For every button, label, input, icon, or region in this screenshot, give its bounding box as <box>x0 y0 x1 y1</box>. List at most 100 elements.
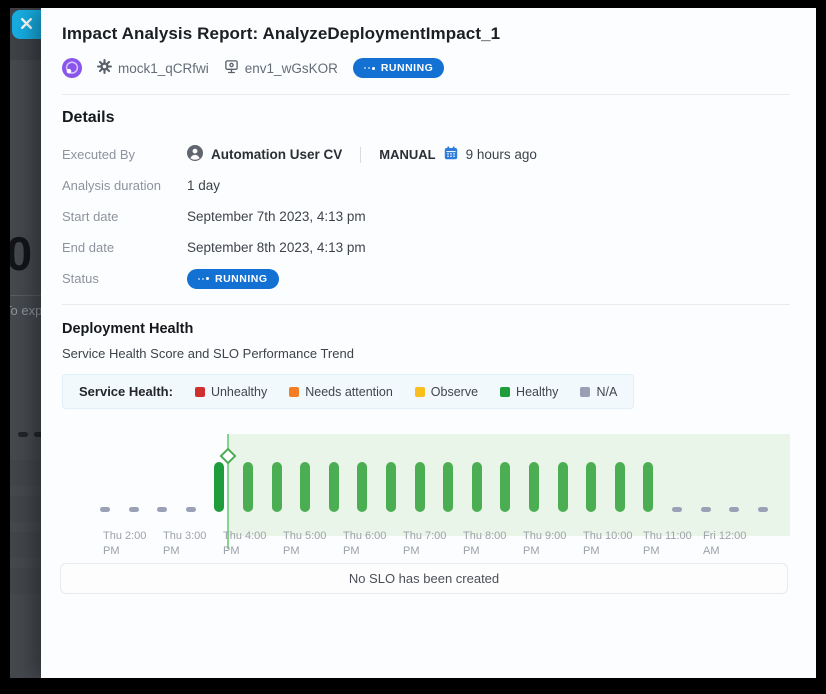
x-tick-label: Thu 5:00PM <box>283 529 326 559</box>
environment-chip: env1_wGsKOR <box>224 59 338 77</box>
x-tick-label: Thu 8:00PM <box>463 529 506 559</box>
health-bar-healthy[interactable] <box>357 462 367 512</box>
legend-label: Needs attention <box>305 385 393 399</box>
legend-swatch-icon <box>500 387 510 397</box>
start-date-value: September 7th 2023, 4:13 pm <box>187 209 366 224</box>
health-bar-na[interactable] <box>100 507 110 512</box>
user-icon <box>187 145 203 164</box>
legend-swatch-icon <box>289 387 299 397</box>
running-dots-icon <box>198 277 209 280</box>
status-badge-label: RUNNING <box>215 273 268 285</box>
status-badge-label: RUNNING <box>381 62 434 74</box>
deployment-health-heading: Deployment Health <box>62 321 790 337</box>
health-bar-healthy[interactable] <box>586 462 596 512</box>
legend-label: Observe <box>431 385 478 399</box>
app-background: 0 To expa Impact Analysis Report: Analyz… <box>10 8 816 678</box>
executed-by-user: Automation User CV <box>211 147 342 162</box>
health-bar-healthy[interactable] <box>272 462 282 512</box>
gear-icon <box>97 59 112 77</box>
service-chip: mock1_qCRfwi <box>97 59 209 77</box>
x-tick-label: Thu 10:00PM <box>583 529 633 559</box>
legend-swatch-icon <box>195 387 205 397</box>
health-bar-healthy_dark[interactable] <box>214 462 224 512</box>
detail-label: End date <box>62 240 187 255</box>
service-name: mock1_qCRfwi <box>118 61 209 76</box>
trigger-type: MANUAL <box>379 147 435 162</box>
vertical-separator <box>360 147 361 163</box>
status-badge: RUNNING <box>353 58 445 78</box>
health-bar-healthy[interactable] <box>243 462 253 512</box>
health-bar-healthy[interactable] <box>500 462 510 512</box>
health-bar-healthy[interactable] <box>558 462 568 512</box>
legend-swatch-icon <box>580 387 590 397</box>
x-tick-label: Fri 12:00AM <box>703 529 746 559</box>
health-bar-healthy[interactable] <box>300 462 310 512</box>
health-bar-healthy[interactable] <box>643 462 653 512</box>
detail-label: Analysis duration <box>62 178 187 193</box>
health-bar-na[interactable] <box>701 507 711 512</box>
status-badge: RUNNING <box>187 269 279 289</box>
health-bar-healthy[interactable] <box>415 462 425 512</box>
legend-item: N/A <box>580 385 617 399</box>
running-dots-icon <box>364 67 375 70</box>
detail-row-duration: Analysis duration 1 day <box>62 170 790 201</box>
x-tick-label: Thu 3:00PM <box>163 529 206 559</box>
health-bar-healthy[interactable] <box>529 462 539 512</box>
modal-meta-row: mock1_qCRfwi env1_wGsKOR RUNNING <box>62 58 790 78</box>
x-tick-label: Thu 4:00PM <box>223 529 266 559</box>
detail-row-status: Status RUNNING <box>62 263 790 294</box>
legend-item: Unhealthy <box>195 385 267 399</box>
deployment-health-subtitle: Service Health Score and SLO Performance… <box>62 346 790 361</box>
executed-time: 9 hours ago <box>466 147 537 162</box>
health-bar-healthy[interactable] <box>472 462 482 512</box>
modal-title: Impact Analysis Report: AnalyzeDeploymen… <box>62 24 790 44</box>
x-tick-label: Thu 9:00PM <box>523 529 566 559</box>
legend-item: Healthy <box>500 385 558 399</box>
x-tick-label: Thu 2:00PM <box>103 529 146 559</box>
health-bar-healthy[interactable] <box>386 462 396 512</box>
health-bar-healthy[interactable] <box>329 462 339 512</box>
legend-label: Healthy <box>516 385 558 399</box>
details-heading: Details <box>62 109 790 127</box>
legend-item: Observe <box>415 385 478 399</box>
background-skeleton-dash <box>18 432 28 437</box>
calendar-icon <box>444 146 458 163</box>
health-bar-na[interactable] <box>157 507 167 512</box>
deployment-health-section: Deployment Health Service Health Score a… <box>41 305 816 594</box>
detail-row-executed-by: Executed By Automation User CV MANUAL 9 … <box>62 139 790 170</box>
detail-label: Start date <box>62 209 187 224</box>
close-button[interactable] <box>12 10 41 39</box>
health-bar-healthy[interactable] <box>443 462 453 512</box>
x-tick-label: Thu 6:00PM <box>343 529 386 559</box>
duration-value: 1 day <box>187 178 220 193</box>
health-bar-na[interactable] <box>672 507 682 512</box>
detail-row-end-date: End date September 8th 2023, 4:13 pm <box>62 232 790 263</box>
detail-label: Executed By <box>62 147 187 162</box>
x-tick-label: Thu 7:00PM <box>403 529 446 559</box>
modal-header: Impact Analysis Report: AnalyzeDeploymen… <box>41 8 816 78</box>
legend-label: Unhealthy <box>211 385 267 399</box>
environment-name: env1_wGsKOR <box>245 61 338 76</box>
service-health-legend: Service Health: Unhealthy Needs attention… <box>62 374 634 409</box>
legend-swatch-icon <box>415 387 425 397</box>
health-bar-na[interactable] <box>186 507 196 512</box>
legend-title: Service Health: <box>79 384 173 399</box>
background-big-number: 0 <box>10 230 32 277</box>
legend-item: Needs attention <box>289 385 393 399</box>
health-chart: Thu 2:00PMThu 3:00PMThu 4:00PMThu 5:00PM… <box>60 423 790 555</box>
close-icon <box>20 17 33 33</box>
monitored-service-avatar-icon <box>62 58 82 78</box>
legend-label: N/A <box>596 385 617 399</box>
impact-analysis-report-modal: Impact Analysis Report: AnalyzeDeploymen… <box>41 8 816 678</box>
health-bar-na[interactable] <box>129 507 139 512</box>
detail-label: Status <box>62 271 187 286</box>
health-bar-na[interactable] <box>758 507 768 512</box>
end-date-value: September 8th 2023, 4:13 pm <box>187 240 366 255</box>
x-tick-label: Thu 11:00PM <box>643 529 692 559</box>
no-slo-message: No SLO has been created <box>349 571 499 586</box>
health-bar-healthy[interactable] <box>615 462 625 512</box>
environment-icon <box>224 59 239 77</box>
detail-row-start-date: Start date September 7th 2023, 4:13 pm <box>62 201 790 232</box>
details-section: Details Executed By Automation User CV M… <box>41 95 816 304</box>
health-bar-na[interactable] <box>729 507 739 512</box>
